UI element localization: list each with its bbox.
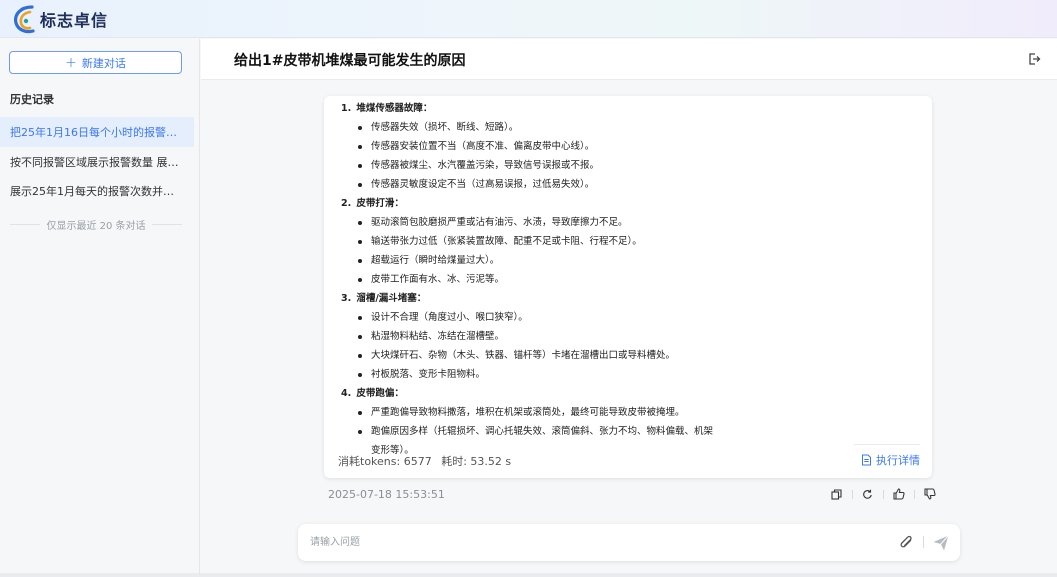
divider [10,224,41,225]
usage-stats: 消耗tokens: 6577 耗时: 53.52 s [338,453,511,469]
history-item-label: 展示25年1月每天的报警次数并画图 [10,185,180,198]
top-bar: 标志卓信 [0,0,1057,38]
section-title: 2. 皮带打滑： [341,198,404,209]
divider [854,444,920,445]
exec-detail-button[interactable]: 执行详情 [861,452,920,468]
list-item: 超载运行（瞬时给煤量过大）。 [341,251,721,270]
copy-icon [831,488,842,500]
question-input[interactable] [310,533,870,551]
new-chat-button[interactable]: + 新建对话 [9,51,182,74]
new-chat-label: 新建对话 [81,56,126,70]
exec-detail-label: 执行详情 [876,454,920,467]
question-input-box [298,524,960,561]
tokens-text: 消耗tokens: 6577 [338,455,432,468]
logo: 标志卓信 [12,4,108,34]
thumbs-down-button[interactable] [914,486,945,502]
list-item: 传感器灵敏度设定不当（过高易误报，过低易失效）。 [341,175,721,194]
main-header: 给出1#皮带机堆煤最可能发生的原因 [201,39,1057,80]
list-item: 传感器安装位置不当（高度不准、偏离皮带中心线）。 [341,137,721,156]
list-item: 输送带张力过低（张紧装置故障、配重不足或卡阻、行程不足）。 [341,232,721,251]
list-item: 传感器失效（损坏、断线、短路）。 [341,118,721,137]
list-item: 衬板脱落、变形卡阻物料。 [341,365,721,384]
paperclip-icon[interactable] [899,535,915,551]
divider [151,224,182,225]
recent-note: 仅显示最近 20 条对话 [10,217,182,232]
list-item: 设计不合理（角度过小、喉口狭窄）。 [341,308,721,327]
history-item[interactable]: 按不同报警区域展示报警数量 展示图表 [0,147,194,177]
list-item: 皮带工作面有水、冰、污泥等。 [341,270,721,289]
logout-icon[interactable] [1027,52,1041,66]
answer-body: 1. 堆煤传感器故障： 传感器失效（损坏、断线、短路）。 传感器安装位置不当（高… [341,99,921,460]
document-icon [862,454,871,466]
list-item: 粘湿物料粘结、冻结在溜槽壁。 [341,327,721,346]
section-title: 1. 堆煤传感器故障： [341,103,433,114]
message-timestamp: 2025-07-18 15:53:51 [328,488,445,501]
thumbs-up-icon [892,488,905,500]
refresh-icon [863,489,872,499]
regenerate-button[interactable] [852,486,883,502]
plus-icon: + [65,54,77,71]
history-title: 历史记录 [10,93,54,106]
history-item-label: 按不同报警区域展示报警数量 展示图表 [10,156,180,169]
section-title: 3. 溜槽/漏斗堵塞： [341,293,427,304]
history-item-label: 把25年1月16日每个小时的报警次数统计 [10,126,180,139]
thumbs-down-icon [923,488,936,500]
logo-text: 标志卓信 [40,11,109,30]
thumbs-up-button[interactable] [883,486,914,502]
copy-button[interactable] [821,486,852,502]
list-item: 传感器被煤尘、水汽覆盖污染，导致信号误报或不报。 [341,156,721,175]
list-item: 严重跑偏导致物料撒落，堆积在机架或滚筒处，最终可能导致皮带被掩埋。 [341,403,721,422]
logo-icon [14,5,35,34]
message-actions [821,486,945,502]
page-title: 给出1#皮带机堆煤最可能发生的原因 [234,53,466,69]
bottom-strip [0,573,1057,577]
section-title: 4. 皮带跑偏： [341,388,404,399]
elapsed-time: 耗时: 53.52 s [441,455,512,468]
history-item[interactable]: 把25年1月16日每个小时的报警次数统计 [0,117,194,147]
main-panel: 给出1#皮带机堆煤最可能发生的原因 1. 堆煤传感器故障： 传感器失效（损坏、断… [201,39,1057,577]
sidebar: + 新建对话 历史记录 把25年1月16日每个小时的报警次数统计 按不同报警区域… [0,39,200,577]
list-item: 大块煤矸石、杂物（木头、铁器、锚杆等）卡堵在溜槽出口或导料槽处。 [341,346,721,365]
answer-card: 1. 堆煤传感器故障： 传感器失效（损坏、断线、短路）。 传感器安装位置不当（高… [324,96,932,478]
divider [923,536,924,548]
history-item[interactable]: 展示25年1月每天的报警次数并画图 [0,176,194,206]
list-item: 驱动滚筒包胶磨损严重或沾有油污、水渍，导致摩擦力不足。 [341,213,721,232]
recent-note-text: 仅显示最近 20 条对话 [46,221,146,232]
send-icon[interactable] [932,534,950,552]
